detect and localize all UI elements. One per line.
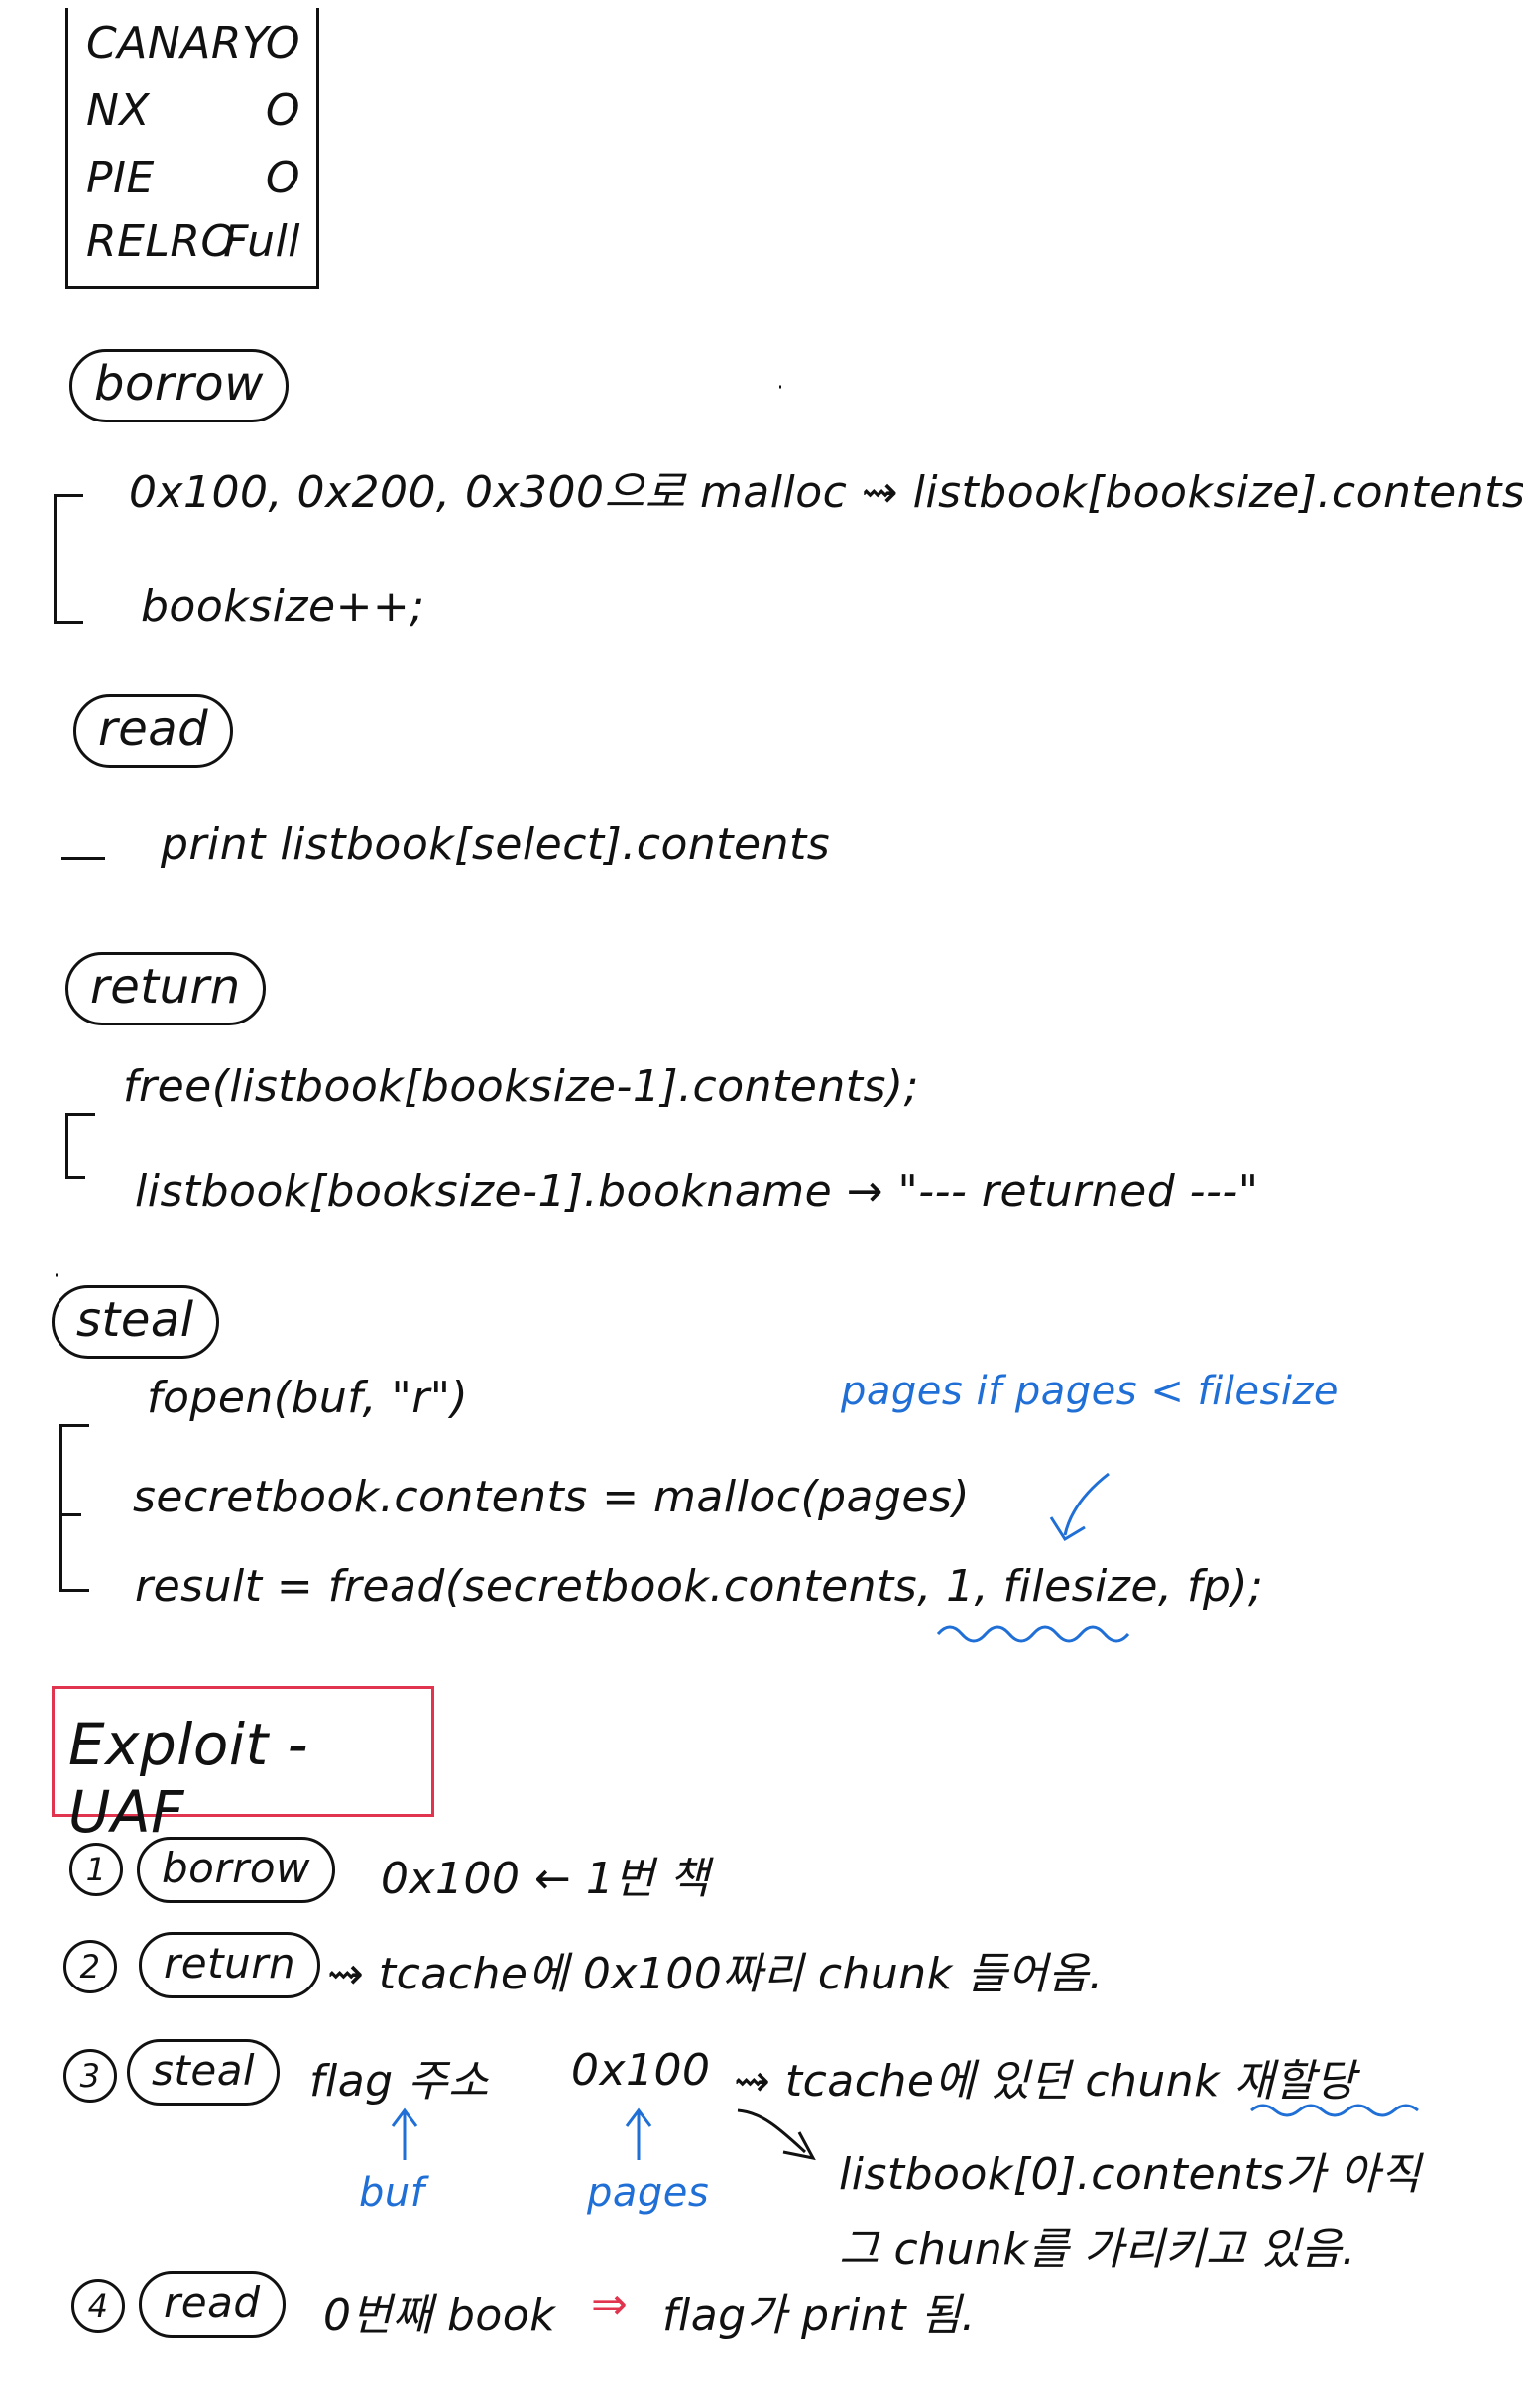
bracket — [65, 1113, 68, 1178]
bracket-tick — [54, 621, 83, 624]
step-4-book: 0번째 book — [323, 2290, 556, 2341]
exploit-title: Exploit - UAF — [68, 1711, 309, 1846]
blue-wavy-underline-icon — [936, 1625, 1130, 1643]
oval-label-read: read — [73, 694, 234, 768]
step-number-3: 3 — [63, 2049, 117, 2103]
bracket-tick — [59, 1424, 89, 1427]
security-row-relro: RELRO Full — [86, 216, 314, 267]
oval-label-read: read — [139, 2271, 286, 2338]
steal-line-fread: result = fread(secretbook.contents, 1, f… — [135, 1561, 1264, 1612]
security-name: PIE — [86, 153, 155, 203]
steal-line-fopen: fopen(buf, "r") — [147, 1373, 469, 1423]
step-3-note-pages: pages — [587, 2170, 710, 2216]
security-name: NX — [86, 85, 151, 136]
security-name: CANARY — [86, 18, 270, 68]
security-name: RELRO — [86, 216, 236, 267]
read-line-print: print listbook[select].contents — [161, 819, 831, 870]
security-row-canary: CANARY O — [86, 18, 314, 68]
steal-note-pages: pages if pages < filesize — [841, 1369, 1340, 1414]
step-number-1: 1 — [69, 1843, 123, 1896]
security-value: Full — [223, 216, 300, 267]
security-value: O — [265, 85, 300, 136]
return-line-free: free(listbook[booksize-1].contents); — [123, 1061, 919, 1112]
up-arrow-icon — [391, 2107, 418, 2160]
bracket — [54, 494, 57, 623]
steal-line-malloc: secretbook.contents = malloc(pages) — [133, 1472, 971, 1522]
step-3-realloc: ⇝ tcache에 있던 chunk 재할당 — [734, 2056, 1356, 2107]
step-2-text: ⇝ tcache에 0x100짜리 chunk 들어옴. — [327, 1949, 1104, 1999]
borrow-line-malloc: 0x100, 0x200, 0x300으로 malloc ⇝ listbook[… — [129, 467, 1523, 518]
security-value: O — [265, 18, 300, 68]
bracket-tick — [65, 1176, 85, 1179]
bracket-tick — [54, 494, 83, 497]
step-3-sub-2: 그 chunk를 가리키고 있음. — [839, 2225, 1356, 2275]
exploit-title-box: Exploit - UAF — [52, 1686, 434, 1846]
security-row-nx: NX O — [86, 85, 314, 136]
oval-label-steal: steal — [52, 1285, 219, 1359]
step-4-flag-print: flag가 print 됨. — [662, 2290, 976, 2341]
up-arrow-icon — [625, 2107, 652, 2160]
arrowhead-icon — [782, 2131, 816, 2161]
step-3-sub-1: listbook[0].contents가 아직 — [839, 2149, 1421, 2200]
bracket — [59, 1424, 62, 1591]
borrow-line-increment: booksize++; — [141, 581, 425, 632]
bracket-tick — [65, 1113, 95, 1116]
security-checklist-box: CANARY O NX O PIE O RELRO Full — [65, 8, 319, 289]
curved-arrow-icon — [737, 2108, 807, 2154]
oval-label-borrow: borrow — [137, 1837, 335, 1903]
step-number-2: 2 — [63, 1940, 117, 1993]
step-3-flag-address: flag 주소 — [309, 2056, 490, 2107]
security-value: O — [265, 153, 300, 203]
bracket-tick — [59, 1513, 81, 1516]
blue-arrow-to-filesize-icon — [1063, 1472, 1110, 1536]
step-4-implies-arrow: ⇒ — [591, 2279, 629, 2330]
step-1-text: 0x100 ← 1번 책 — [381, 1854, 710, 1904]
security-row-pie: PIE O — [86, 153, 314, 203]
step-3-size: 0x100 — [571, 2045, 711, 2096]
bracket-tick — [59, 1589, 89, 1592]
bullet-dash — [61, 857, 105, 860]
step-3-note-buf: buf — [359, 2170, 425, 2216]
blue-arrowhead-icon — [1049, 1516, 1086, 1542]
step-number-4: 4 — [71, 2279, 125, 2333]
oval-label-steal: steal — [127, 2039, 281, 2106]
oval-label-return: return — [139, 1932, 321, 1998]
oval-label-borrow: borrow — [69, 349, 289, 422]
handwritten-note-page: CANARY O NX O PIE O RELRO Full borrow 0x… — [0, 0, 1523, 2408]
oval-label-return: return — [65, 952, 266, 1025]
return-line-bookname: listbook[booksize-1].bookname → "--- ret… — [135, 1166, 1259, 1217]
